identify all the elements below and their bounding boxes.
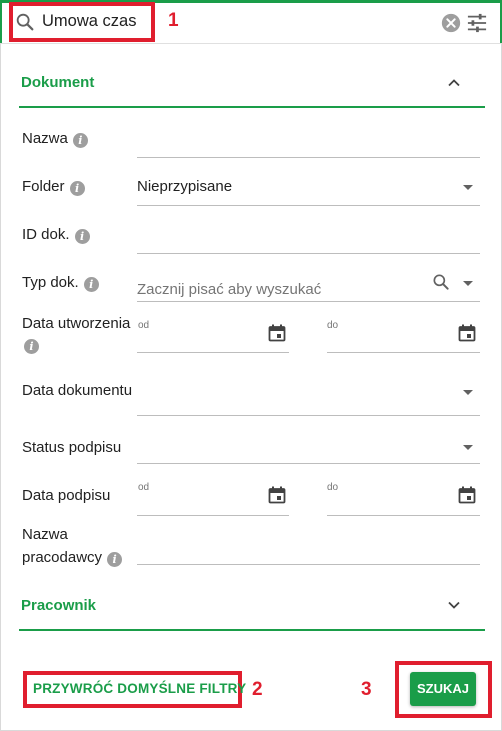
info-icon[interactable]: i xyxy=(107,552,123,567)
signature-date-from-label: od xyxy=(138,482,150,493)
document-date-select[interactable] xyxy=(137,415,480,416)
field-label-doc-type: Typ dok. i xyxy=(22,272,99,294)
created-date-to-input[interactable] xyxy=(327,352,480,353)
section-divider-document xyxy=(19,106,485,108)
employer-name-input[interactable] xyxy=(137,564,480,565)
search-icon[interactable] xyxy=(431,272,451,292)
name-input[interactable] xyxy=(137,157,480,158)
chevron-down-icon[interactable] xyxy=(446,597,462,613)
search-button[interactable]: SZUKAJ xyxy=(410,672,476,706)
created-date-from-input[interactable] xyxy=(137,352,289,353)
created-date-to-label: do xyxy=(327,320,339,331)
calendar-icon[interactable] xyxy=(458,324,476,342)
field-label-created-date: Data utworzenia xyxy=(22,315,131,332)
section-title-employee[interactable]: Pracownik xyxy=(21,597,96,614)
created-date-from-label: od xyxy=(138,320,150,331)
restore-default-filters-button[interactable]: PRZYWRÓĆ DOMYŚLNE FILTRY xyxy=(33,681,246,696)
annotation-number-1: 1 xyxy=(168,10,179,31)
field-label-signature-date: Data podpisu xyxy=(22,487,111,504)
section-title-document[interactable]: Dokument xyxy=(21,74,94,91)
dropdown-arrow-icon[interactable] xyxy=(463,390,473,395)
signature-date-from-input[interactable] xyxy=(137,515,289,516)
dropdown-arrow-icon[interactable] xyxy=(463,445,473,450)
signature-status-select[interactable] xyxy=(137,463,480,464)
field-label-employer-name-line2: pracodawcy i xyxy=(22,547,123,569)
doc-id-input[interactable] xyxy=(137,253,480,254)
folder-underline xyxy=(137,205,480,206)
field-label-doc-id: ID dok. i xyxy=(22,224,90,246)
field-label-folder: Folder i xyxy=(22,176,85,198)
calendar-icon[interactable] xyxy=(458,486,476,504)
annotation-number-3: 3 xyxy=(361,679,372,700)
signature-date-to-input[interactable] xyxy=(327,515,480,516)
doc-type-underline xyxy=(137,301,480,302)
clear-icon[interactable] xyxy=(440,12,462,34)
tune-icon[interactable] xyxy=(466,13,488,33)
dropdown-arrow-icon[interactable] xyxy=(463,185,473,190)
doc-type-input[interactable]: Zacznij pisać aby wyszukać xyxy=(137,281,321,298)
field-label-document-date: Data dokumentu xyxy=(22,382,133,399)
dropdown-arrow-icon[interactable] xyxy=(463,281,473,286)
info-icon[interactable]: i xyxy=(24,339,39,354)
field-label-name: Nazwa i xyxy=(22,128,88,150)
chevron-up-icon[interactable] xyxy=(446,75,462,91)
folder-select[interactable]: Nieprzypisane xyxy=(137,178,232,195)
annotation-number-2: 2 xyxy=(252,679,263,700)
field-label-employer-name-line1: Nazwa xyxy=(22,526,68,543)
info-icon[interactable]: i xyxy=(74,229,90,244)
info-icon[interactable]: i xyxy=(83,277,99,292)
panel-frame xyxy=(0,0,502,731)
info-icon[interactable]: i xyxy=(72,133,88,148)
field-label-signature-status: Status podpisu xyxy=(22,439,122,456)
calendar-icon[interactable] xyxy=(268,324,286,342)
signature-date-to-label: do xyxy=(327,482,339,493)
annotation-box-1 xyxy=(9,2,155,42)
info-icon[interactable]: i xyxy=(69,181,85,196)
calendar-icon[interactable] xyxy=(268,486,286,504)
section-divider-employee xyxy=(19,629,485,631)
